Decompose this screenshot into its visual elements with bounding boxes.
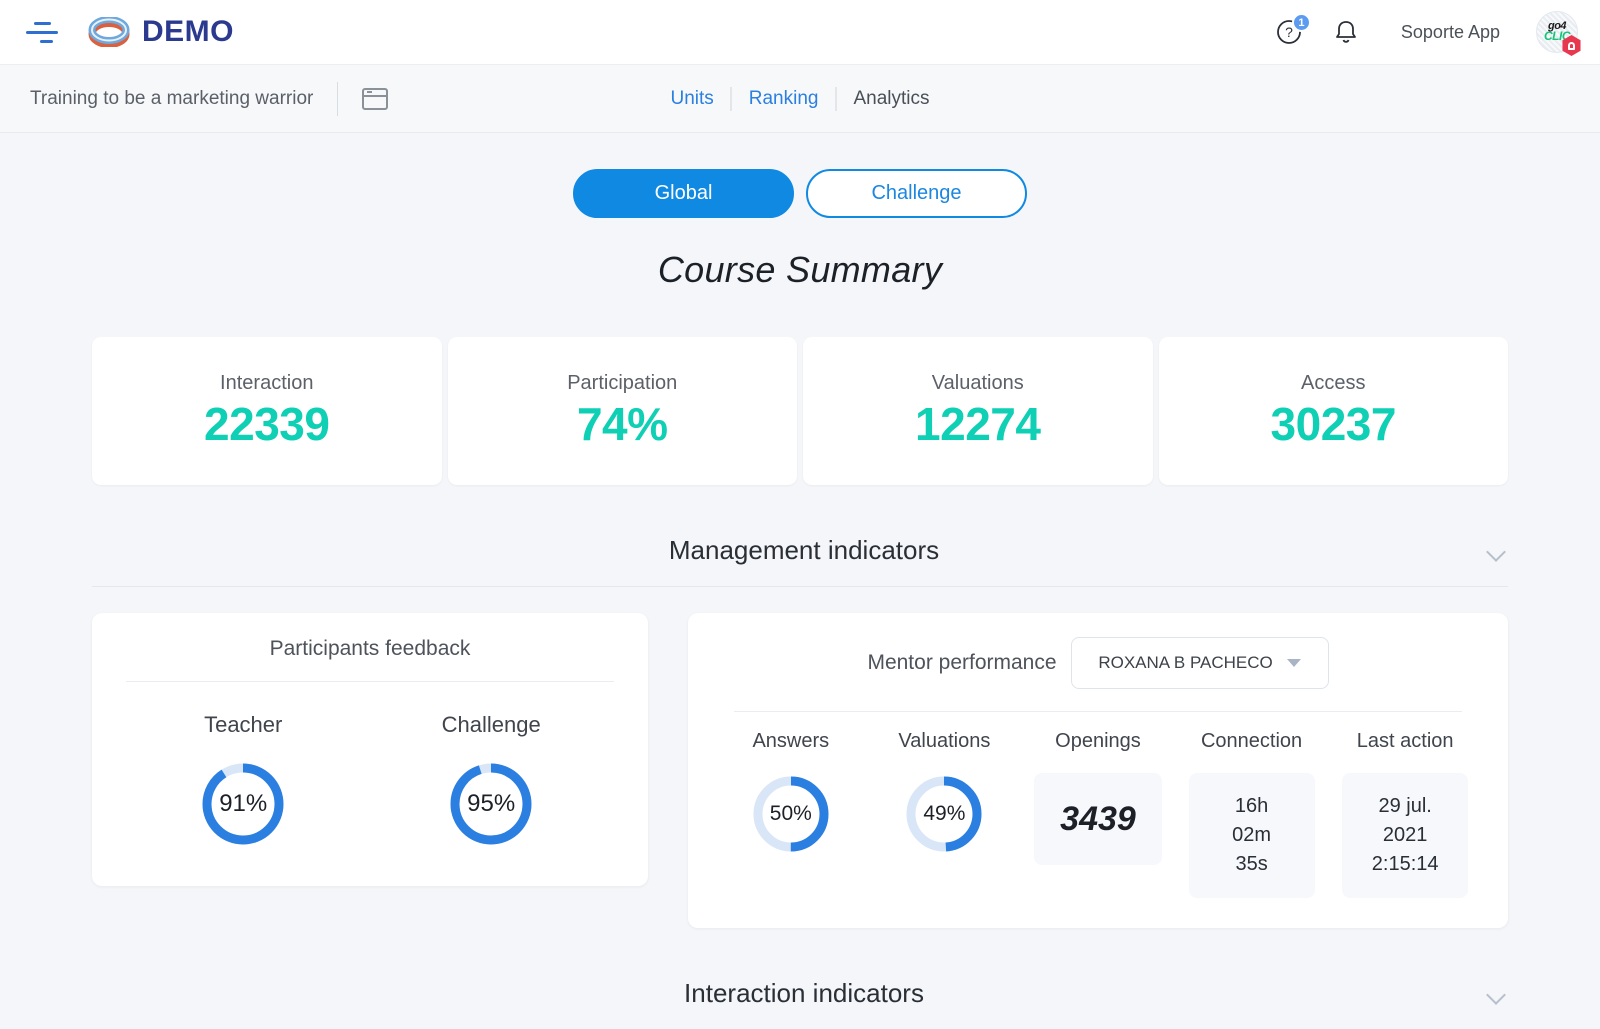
hamburger-icon[interactable] [26, 19, 60, 45]
donut-chart-challenge: 95% [447, 760, 535, 848]
metric-line: 29 jul. [1378, 795, 1432, 817]
avatar[interactable]: go4 CLIC [1536, 11, 1581, 56]
metric-value-openings: 3439 [1033, 773, 1162, 865]
metric-line: 2021 [1382, 824, 1428, 846]
stat-card-interaction: Interaction 22339 [92, 337, 442, 485]
brand-logo[interactable]: DEMO [88, 15, 234, 49]
top-bar-actions: ? 1 Soporte App go4 CLIC [1273, 11, 1581, 56]
tab-units[interactable]: Units [653, 86, 730, 112]
participants-feedback-card: Participants feedback Teacher 91% Challe… [92, 613, 648, 886]
stat-card-access: Access 30237 [1158, 337, 1508, 485]
chevron-down-icon [1286, 659, 1301, 667]
user-name[interactable]: Soporte App [1401, 22, 1500, 43]
chevron-down-icon[interactable] [1486, 540, 1508, 562]
summary-stats: Interaction 22339 Participation 74% Valu… [92, 337, 1508, 485]
tab-ranking[interactable]: Ranking [732, 86, 836, 112]
mentor-metrics: Answers 50% Valuations 49% Openings 3439… [714, 730, 1482, 898]
donut-chart-valuations: 49% [903, 773, 985, 855]
metric-label: Openings [1055, 730, 1141, 752]
feedback-donuts: Teacher 91% Challenge 95% [122, 712, 618, 848]
chevron-down-icon[interactable] [1486, 983, 1508, 1005]
mentor-metric-answers: Answers 50% [714, 730, 868, 898]
top-bar: DEMO ? 1 Soporte App go4 CLIC [0, 0, 1600, 65]
course-bar: Training to be a marketing warrior Units… [0, 65, 1600, 133]
main-content: Global Challenge Course Summary Interact… [0, 169, 1600, 1029]
metric-line: 2:15:14 [1371, 853, 1439, 875]
brand-name: DEMO [142, 15, 234, 48]
divider [337, 81, 339, 116]
page-title: Course Summary [657, 249, 943, 290]
section-management-indicators[interactable]: Management indicators [92, 535, 1508, 587]
mentor-select[interactable]: ROXANA B PACHECO [1070, 637, 1329, 689]
donut-value: 95% [467, 790, 516, 817]
app-root: DEMO ? 1 Soporte App go4 CLIC Training t… [0, 0, 1600, 1029]
donut-label: Teacher [204, 712, 283, 737]
divider [734, 711, 1462, 712]
stat-value: 74% [576, 397, 668, 450]
donut-chart-answers: 50% [750, 773, 832, 855]
metric-label: Last action [1356, 730, 1454, 752]
mentor-performance-card: Mentor performance ROXANA B PACHECO Answ… [688, 613, 1508, 928]
mentor-metric-connection: Connection 16h 02m 35s [1175, 730, 1329, 898]
stat-value: 30237 [1270, 397, 1397, 450]
mentor-header: Mentor performance ROXANA B PACHECO [714, 637, 1482, 689]
help-badge-count: 1 [1291, 13, 1311, 32]
mentor-select-value: ROXANA B PACHECO [1098, 653, 1273, 672]
section-interaction-indicators[interactable]: Interaction indicators [92, 978, 1508, 1029]
metric-line: 35s [1235, 853, 1268, 875]
metric-label: Answers [752, 730, 830, 752]
window-icon[interactable] [362, 87, 389, 110]
segment-global[interactable]: Global [573, 169, 794, 218]
stat-value: 12274 [915, 397, 1041, 450]
help-circle-icon[interactable]: ? 1 [1273, 13, 1311, 49]
stat-card-valuations: Valuations 12274 [803, 337, 1153, 485]
feedback-item-teacher: Teacher 91% [199, 712, 287, 848]
stat-label: Access [1301, 371, 1366, 394]
card-title: Mentor performance [867, 651, 1057, 674]
metric-label: Connection [1200, 730, 1303, 752]
demo-ring-icon [88, 16, 130, 48]
mentor-metric-last-action: Last action 29 jul. 2021 2:15:14 [1328, 730, 1482, 898]
section-title: Interaction indicators [684, 978, 924, 1008]
donut-value: 49% [923, 802, 966, 825]
segment-challenge[interactable]: Challenge [806, 169, 1027, 218]
metric-value-last-action: 29 jul. 2021 2:15:14 [1342, 773, 1469, 898]
stat-label: Participation [567, 371, 678, 394]
tab-analytics[interactable]: Analytics [836, 86, 946, 112]
mentor-metric-valuations: Valuations 49% [868, 730, 1022, 898]
mentor-metric-openings: Openings 3439 [1021, 730, 1175, 898]
donut-label: Challenge [441, 712, 541, 737]
nav-tabs: Units Ranking Analytics [653, 86, 946, 112]
course-title: Training to be a marketing warrior [30, 87, 314, 109]
stat-card-participation: Participation 74% [447, 337, 797, 485]
management-cards: Participants feedback Teacher 91% Challe… [92, 613, 1508, 928]
stat-label: Valuations [931, 371, 1024, 394]
stat-value: 22339 [204, 397, 330, 450]
stat-label: Interaction [220, 371, 314, 394]
donut-value: 91% [219, 790, 268, 817]
metric-label: Valuations [898, 730, 991, 752]
card-title: Participants feedback [269, 637, 471, 660]
bell-icon[interactable] [1329, 15, 1363, 49]
svg-text:?: ? [1285, 24, 1293, 40]
scope-toggle: Global Challenge [92, 169, 1508, 218]
metric-line: 02m [1232, 824, 1272, 846]
metric-value-connection: 16h 02m 35s [1188, 773, 1315, 898]
donut-chart-teacher: 91% [199, 760, 287, 848]
section-title: Management indicators [668, 535, 940, 565]
metric-line: 16h [1234, 795, 1269, 817]
divider [126, 681, 614, 682]
donut-value: 50% [769, 802, 812, 825]
feedback-item-challenge: Challenge 95% [442, 712, 541, 848]
